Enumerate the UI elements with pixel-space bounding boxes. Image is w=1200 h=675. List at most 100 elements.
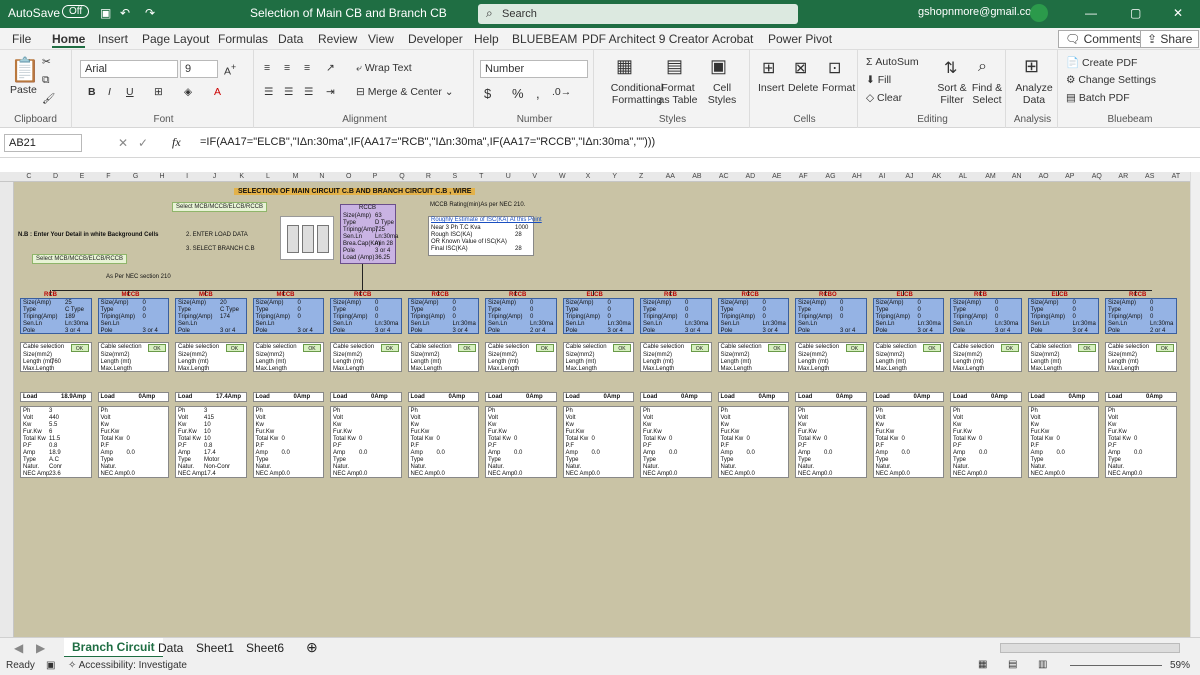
load-row-value[interactable]: 0 xyxy=(747,436,750,442)
align-middle-icon[interactable]: ≡ xyxy=(284,62,290,74)
find-select-button[interactable]: Find & Select xyxy=(970,82,1004,106)
load-row-value[interactable]: Conr xyxy=(49,464,62,470)
cb-row-value[interactable]: 3 or 4 xyxy=(1073,328,1088,334)
column-header[interactable]: Q xyxy=(399,173,404,180)
cb-row-value[interactable]: 0 xyxy=(840,307,843,313)
cell-styles-button[interactable]: Cell Styles xyxy=(702,82,742,106)
align-center-icon[interactable]: ☰ xyxy=(284,86,293,98)
load-row-value[interactable]: 0 xyxy=(1134,436,1137,442)
cb-row-value[interactable]: 0 xyxy=(530,300,533,306)
analyze-data-button[interactable]: Analyze Data xyxy=(1012,82,1056,106)
account-email[interactable]: gshopnmore@gmail.com xyxy=(918,6,1040,18)
cb-row-value[interactable]: 0 xyxy=(763,307,766,313)
cb-row-value[interactable]: 0 xyxy=(918,307,921,313)
cb-row-value[interactable]: 0 xyxy=(1150,307,1153,313)
zoom-level[interactable]: 59% xyxy=(1170,660,1190,671)
save-icon[interactable]: ▣ xyxy=(100,6,111,20)
load-row-value[interactable]: 0.0 xyxy=(824,471,832,477)
align-left-icon[interactable]: ☰ xyxy=(264,86,273,98)
find-icon[interactable]: ⌕ xyxy=(978,58,987,76)
cb-row-value[interactable]: 189 xyxy=(65,314,75,320)
cb-row-value[interactable]: 0 xyxy=(685,300,688,306)
tab-data[interactable]: Data xyxy=(278,32,303,46)
column-header[interactable]: K xyxy=(239,173,244,180)
cb-row-value[interactable]: 0 xyxy=(143,314,146,320)
column-header[interactable]: Y xyxy=(612,173,617,180)
cb-row-value[interactable]: 0 xyxy=(1073,307,1076,313)
cb-row-value[interactable]: 0 xyxy=(918,300,921,306)
column-header[interactable]: AE xyxy=(772,173,781,180)
load-row-value[interactable]: 0.8 xyxy=(204,443,212,449)
vertical-scrollbar[interactable] xyxy=(1190,172,1200,637)
load-row-value[interactable]: 0 xyxy=(902,436,905,442)
paste-icon[interactable]: 📋 xyxy=(10,56,40,85)
delete-cells-button[interactable]: Delete xyxy=(788,82,818,94)
cb-row-value[interactable]: 0 xyxy=(298,307,301,313)
load-row-value[interactable]: 0.0 xyxy=(669,471,677,477)
tab-page-layout[interactable]: Page Layout xyxy=(142,32,209,46)
delete-cells-icon[interactable]: ⊠ xyxy=(794,58,807,78)
insert-cells-icon[interactable]: ⊞ xyxy=(762,58,775,78)
load-row-value[interactable]: 0.8 xyxy=(49,443,57,449)
cb-row-value[interactable]: 3 or 4 xyxy=(763,328,778,334)
cb-row-value[interactable]: 3 or 4 xyxy=(918,328,933,334)
cb-row-value[interactable]: 0 xyxy=(608,314,611,320)
load-row-value[interactable]: 5.5 xyxy=(49,422,57,428)
load-row-value[interactable]: 11.5 xyxy=(49,436,60,442)
load-row-value[interactable]: 0.0 xyxy=(359,471,367,477)
load-row-value[interactable]: 440 xyxy=(49,415,59,421)
column-header[interactable]: N xyxy=(319,173,324,180)
grow-font-icon[interactable]: A+ xyxy=(224,62,236,78)
sheet-tab-data[interactable]: Data xyxy=(158,641,183,655)
share-button[interactable]: ⇪ Share xyxy=(1140,30,1200,48)
tab-pdf-architect[interactable]: PDF Architect 9 Creator xyxy=(582,32,709,46)
cb-row-value[interactable]: 0 xyxy=(1150,300,1153,306)
load-row-value[interactable]: 0 xyxy=(514,436,517,442)
column-header[interactable]: F xyxy=(106,173,110,180)
cb-row-value[interactable]: 0 xyxy=(608,307,611,313)
prev-sheet-icon[interactable]: ◀ xyxy=(14,641,23,655)
column-header[interactable]: AP xyxy=(1065,173,1074,180)
load-row-value[interactable]: 0.0 xyxy=(902,471,910,477)
cb-row-value[interactable]: 2 or 4 xyxy=(530,328,545,334)
cb-row-value[interactable]: 0 xyxy=(530,307,533,313)
load-row-value[interactable]: 10 xyxy=(204,436,211,442)
maximize-icon[interactable]: ▢ xyxy=(1130,6,1141,20)
load-row-value[interactable]: 17.4 xyxy=(204,471,216,477)
cb-row-value[interactable]: 174 xyxy=(220,314,230,320)
column-header[interactable]: AI xyxy=(879,173,886,180)
format-table-icon[interactable]: ▤ xyxy=(666,56,683,77)
tab-bluebeam[interactable]: BLUEBEAM xyxy=(512,32,577,46)
cb-row-value[interactable]: 3 or 4 xyxy=(685,328,700,334)
load-row-value[interactable]: 10 xyxy=(204,429,211,435)
column-header[interactable]: AF xyxy=(799,173,808,180)
autosum-button[interactable]: Σ AutoSum xyxy=(866,56,919,68)
column-header[interactable]: AO xyxy=(1039,173,1049,180)
minimize-icon[interactable]: — xyxy=(1085,6,1097,20)
cb-row-value[interactable]: 0 xyxy=(1150,314,1153,320)
load-row-value[interactable]: 0 xyxy=(282,436,285,442)
borders-icon[interactable]: ⊞ xyxy=(154,86,163,98)
cb-row-value[interactable]: 0 xyxy=(608,300,611,306)
load-row-value[interactable]: 0.0 xyxy=(514,471,522,477)
format-painter-icon[interactable]: 🖌 xyxy=(42,92,55,105)
column-header[interactable]: L xyxy=(266,173,270,180)
cb-row-value[interactable]: Ln:30ma xyxy=(375,321,398,327)
cb-row-value[interactable]: 0 xyxy=(143,307,146,313)
cb-row-value[interactable]: 0 xyxy=(918,314,921,320)
load-row-value[interactable]: 0.0 xyxy=(282,471,290,477)
column-header[interactable]: V xyxy=(532,173,537,180)
zoom-slider[interactable] xyxy=(1070,665,1162,666)
cb-row-value[interactable]: 0 xyxy=(298,300,301,306)
column-header[interactable]: P xyxy=(373,173,378,180)
column-header[interactable]: C xyxy=(26,173,31,180)
load-row-value[interactable]: 0.0 xyxy=(282,450,290,456)
tab-view[interactable]: View xyxy=(368,32,394,46)
cb-row-value[interactable]: 0 xyxy=(840,300,843,306)
column-header[interactable]: M xyxy=(293,173,299,180)
column-header[interactable]: T xyxy=(479,173,483,180)
cb-row-value[interactable]: Ln:30ma xyxy=(918,321,941,327)
number-format-select[interactable]: Number xyxy=(480,60,588,78)
tab-file[interactable]: File xyxy=(12,32,31,46)
percent-button[interactable]: % xyxy=(512,86,524,101)
